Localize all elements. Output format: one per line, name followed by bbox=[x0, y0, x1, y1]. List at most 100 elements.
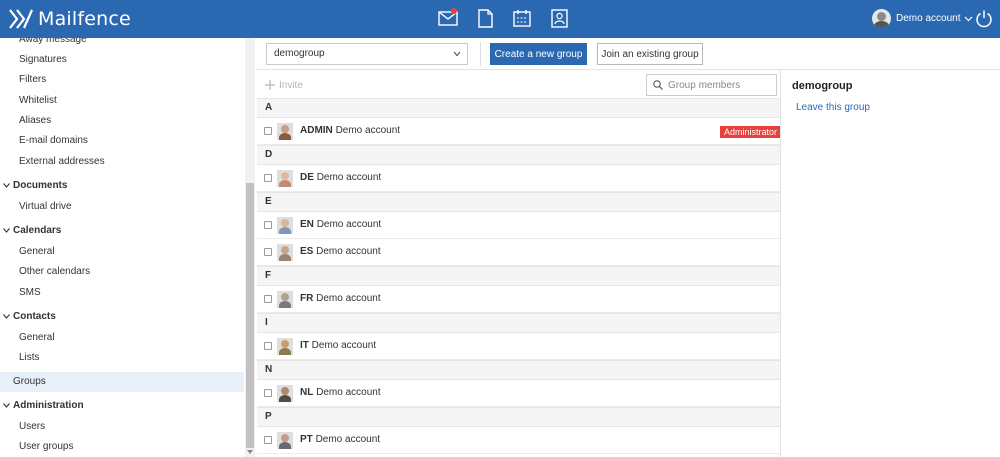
chevron-down-icon bbox=[3, 314, 10, 319]
user-avatar bbox=[872, 9, 891, 28]
brand-name: Mailfence bbox=[38, 8, 131, 30]
toolbar-divider bbox=[480, 42, 481, 66]
member-name: NL Demo account bbox=[300, 387, 381, 398]
member-avatar bbox=[277, 170, 293, 187]
sidebar-scrollbar-thumb[interactable] bbox=[246, 183, 254, 448]
member-row-en[interactable]: EN Demo account bbox=[257, 212, 780, 239]
administrator-badge: Administrator bbox=[719, 126, 780, 138]
sidebar-item-users[interactable]: Users bbox=[0, 417, 244, 437]
calendar-nav-button[interactable] bbox=[504, 6, 540, 30]
member-search[interactable] bbox=[646, 74, 777, 96]
sidebar-section-label: Administration bbox=[13, 400, 84, 411]
plus-icon bbox=[265, 80, 275, 90]
sidebar-item-signatures[interactable]: Signatures bbox=[0, 50, 244, 70]
section-header-p: P bbox=[257, 407, 780, 427]
member-avatar bbox=[277, 217, 293, 234]
sidebar-section-label: Documents bbox=[13, 180, 68, 191]
sidebar-item-contacts-general[interactable]: General bbox=[0, 328, 244, 348]
group-selector[interactable]: demogroup bbox=[266, 43, 468, 65]
section-header-f: F bbox=[257, 266, 780, 286]
member-checkbox[interactable] bbox=[264, 295, 272, 303]
search-icon bbox=[653, 80, 663, 90]
sidebar-item-other-calendars[interactable]: Other calendars bbox=[0, 262, 244, 282]
mailfence-logo-icon bbox=[9, 9, 34, 29]
member-name: FR Demo account bbox=[300, 293, 381, 304]
member-avatar bbox=[277, 432, 293, 449]
join-group-button[interactable]: Join an existing group bbox=[597, 43, 703, 65]
member-checkbox[interactable] bbox=[264, 436, 272, 444]
chevron-down-icon bbox=[965, 16, 973, 21]
section-header-e: E bbox=[257, 192, 780, 212]
contacts-icon bbox=[550, 8, 568, 28]
leave-group-link[interactable]: Leave this group bbox=[796, 102, 870, 113]
sidebar-section-calendars[interactable]: Calendars bbox=[0, 221, 244, 241]
scroll-down-arrow-icon[interactable] bbox=[247, 449, 253, 455]
invite-label: Invite bbox=[279, 79, 303, 91]
member-row-admin[interactable]: ADMIN Demo account Administrator bbox=[257, 118, 780, 145]
top-bar: Mailfence Demo account bbox=[0, 0, 1000, 38]
mail-nav-button[interactable] bbox=[430, 6, 466, 30]
section-header-a: A bbox=[257, 98, 780, 118]
member-name: ADMIN Demo account bbox=[300, 125, 401, 136]
sidebar-item-groups[interactable]: Groups bbox=[0, 372, 244, 392]
member-checkbox[interactable] bbox=[264, 221, 272, 229]
member-checkbox[interactable] bbox=[264, 174, 272, 182]
sidebar-section-label: Calendars bbox=[13, 225, 62, 236]
member-name: PT Demo account bbox=[300, 434, 381, 445]
sidebar-section-contacts[interactable]: Contacts bbox=[0, 307, 244, 327]
member-avatar bbox=[277, 123, 293, 140]
sidebar-item-user-groups[interactable]: User groups bbox=[0, 437, 244, 457]
groups-toolbar: demogroup Create a new group Join an exi… bbox=[257, 38, 1000, 70]
member-row-fr[interactable]: FR Demo account bbox=[257, 286, 780, 313]
mailfence-logo[interactable]: Mailfence bbox=[8, 7, 131, 31]
create-group-button[interactable]: Create a new group bbox=[490, 43, 587, 65]
sidebar-item-lists[interactable]: Lists bbox=[0, 348, 244, 368]
group-title: demogroup bbox=[792, 80, 853, 92]
chevron-down-icon bbox=[3, 228, 10, 233]
member-checkbox[interactable] bbox=[264, 342, 272, 350]
account-name: Demo account bbox=[896, 13, 961, 24]
settings-sidebar: Away message Signatures Filters Whitelis… bbox=[0, 38, 245, 457]
chevron-down-icon bbox=[453, 51, 461, 57]
member-name: IT Demo account bbox=[300, 340, 377, 351]
member-name: EN Demo account bbox=[300, 219, 382, 230]
member-checkbox[interactable] bbox=[264, 127, 272, 135]
member-name: DE Demo account bbox=[300, 172, 382, 183]
sidebar-section-documents[interactable]: Documents bbox=[0, 176, 244, 196]
invite-button[interactable]: Invite bbox=[265, 78, 303, 92]
contacts-nav-button[interactable] bbox=[541, 6, 577, 30]
member-avatar bbox=[277, 244, 293, 261]
member-checkbox[interactable] bbox=[264, 248, 272, 256]
member-avatar bbox=[277, 385, 293, 402]
document-icon bbox=[477, 8, 493, 28]
member-avatar bbox=[277, 338, 293, 355]
member-search-input[interactable] bbox=[668, 79, 773, 91]
sidebar-item-email-domains[interactable]: E-mail domains bbox=[0, 131, 244, 151]
chevron-down-icon bbox=[3, 403, 10, 408]
member-avatar bbox=[277, 291, 293, 308]
member-row-de[interactable]: DE Demo account bbox=[257, 165, 780, 192]
sidebar-item-aliases[interactable]: Aliases bbox=[0, 111, 244, 131]
sidebar-item-sms[interactable]: SMS bbox=[0, 283, 244, 303]
section-header-i: I bbox=[257, 313, 780, 333]
group-members-panel: Invite A ADMIN Demo account Administrato… bbox=[257, 70, 781, 457]
sidebar-section-label: Contacts bbox=[13, 311, 56, 322]
logout-power-icon[interactable] bbox=[974, 9, 994, 29]
scroll-fade bbox=[100, 38, 245, 50]
sidebar-item-calendars-general[interactable]: General bbox=[0, 242, 244, 262]
member-row-es[interactable]: ES Demo account bbox=[257, 239, 780, 266]
sidebar-item-virtual-drive[interactable]: Virtual drive bbox=[0, 197, 244, 217]
member-row-pt[interactable]: PT Demo account bbox=[257, 427, 780, 454]
sidebar-item-external-addresses[interactable]: External addresses bbox=[0, 152, 244, 172]
documents-nav-button[interactable] bbox=[467, 6, 503, 30]
member-checkbox[interactable] bbox=[264, 389, 272, 397]
member-row-nl[interactable]: NL Demo account bbox=[257, 380, 780, 407]
member-row-it[interactable]: IT Demo account bbox=[257, 333, 780, 360]
section-header-d: D bbox=[257, 145, 780, 165]
sidebar-item-whitelist[interactable]: Whitelist bbox=[0, 91, 244, 111]
sidebar-item-filters[interactable]: Filters bbox=[0, 70, 244, 90]
account-menu[interactable]: Demo account bbox=[872, 9, 973, 28]
group-details-panel: demogroup Leave this group bbox=[782, 70, 1000, 457]
sidebar-section-administration[interactable]: Administration bbox=[0, 396, 244, 416]
app-switcher bbox=[430, 6, 578, 30]
